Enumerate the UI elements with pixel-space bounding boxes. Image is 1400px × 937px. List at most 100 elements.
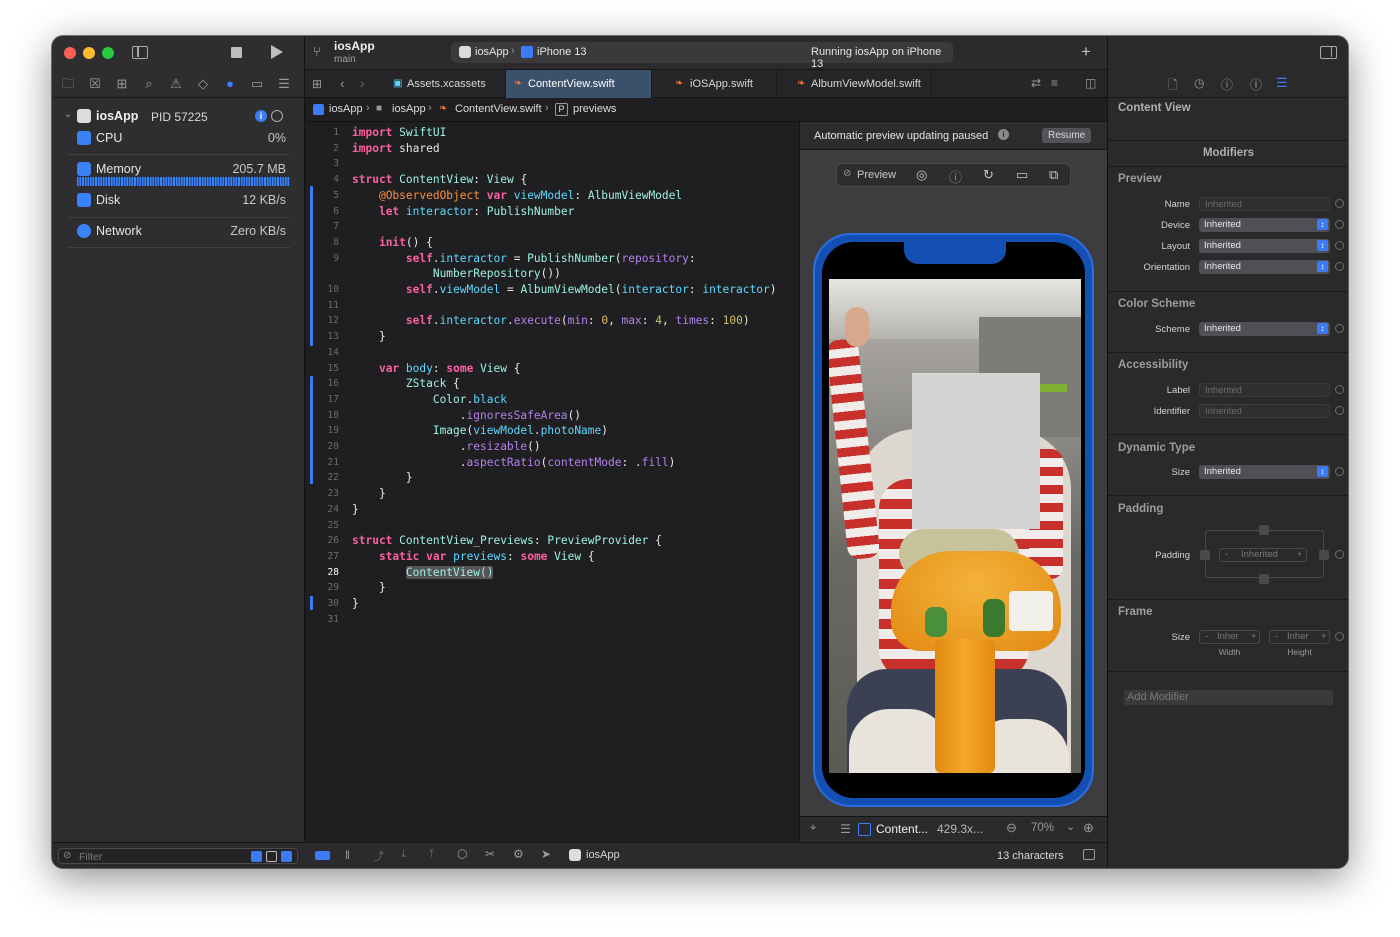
tab-assets[interactable]: ▣ Assets.xcassets	[385, 70, 506, 98]
reset-indicator-icon[interactable]	[1335, 406, 1344, 415]
code-line[interactable]: ZStack {	[352, 377, 460, 390]
code-line[interactable]: }	[352, 471, 413, 484]
scheme-popup[interactable]: Inherited ↕	[1199, 322, 1330, 336]
filter-option-icon[interactable]	[266, 851, 277, 862]
code-line[interactable]: .aspectRatio(contentMode: .fill)	[352, 456, 676, 469]
view-hierarchy-icon[interactable]: ⬡	[457, 847, 467, 861]
list-icon[interactable]: ☰	[840, 822, 851, 836]
debug-icon[interactable]: ●	[222, 76, 238, 92]
jump-bar-group[interactable]: iosApp	[392, 103, 426, 115]
layout-popup[interactable]: Inherited ↕	[1199, 239, 1330, 253]
device-settings-icon[interactable]: ▭	[1016, 167, 1028, 183]
add-icon[interactable]: +	[1081, 42, 1091, 62]
reset-indicator-icon[interactable]	[1335, 632, 1344, 641]
tab-contentview[interactable]: ❧ ContentView.swift	[506, 70, 652, 98]
swap-icon[interactable]: ⇄	[1031, 76, 1041, 90]
name-field[interactable]: Inherited	[1199, 197, 1330, 211]
minimize-window-button[interactable]	[83, 47, 95, 59]
zoom-level[interactable]: 70%	[1031, 822, 1054, 834]
info-icon[interactable]: i	[255, 110, 267, 122]
preview-photo[interactable]	[829, 279, 1081, 773]
increment-button[interactable]: +	[1297, 549, 1303, 561]
jump-bar-file[interactable]: ContentView.swift	[455, 103, 542, 115]
stop-icon[interactable]	[231, 47, 242, 58]
code-line[interactable]: }	[352, 581, 386, 594]
forward-arrow-icon[interactable]: ›	[360, 75, 365, 91]
scheme-title[interactable]: iosApp	[334, 39, 375, 53]
jump-bar-project[interactable]: iosApp	[329, 103, 363, 115]
step-out-icon[interactable]: ⤒	[429, 848, 434, 861]
tab-iosapp[interactable]: ❧ iOSApp.swift	[652, 70, 777, 98]
code-line[interactable]: Color.black	[352, 393, 507, 406]
environment-overrides-icon[interactable]: ⚙	[513, 847, 524, 861]
gauge-network[interactable]: Network Zero KB/s	[68, 217, 290, 247]
identifier-field[interactable]: Inherited	[1199, 404, 1330, 418]
sidebar-toggle-icon[interactable]	[132, 46, 148, 59]
close-window-button[interactable]	[64, 47, 76, 59]
code-line[interactable]: let interactor: PublishNumber	[352, 205, 574, 218]
destination-device[interactable]: iPhone 13	[537, 46, 587, 58]
breakpoint-icon[interactable]: ▭	[249, 76, 265, 92]
code-line[interactable]: Image(viewModel.photoName)	[352, 424, 608, 437]
code-line[interactable]: init() {	[352, 236, 433, 249]
code-line[interactable]: .ignoresSafeArea()	[352, 409, 581, 422]
padding-stepper[interactable]: - Inherited +	[1219, 548, 1307, 562]
memory-graph-icon[interactable]: ✂	[485, 847, 495, 861]
padding-top-checkbox[interactable]	[1259, 525, 1269, 535]
accessibility-label-field[interactable]: Inherited	[1199, 383, 1330, 397]
code-line[interactable]: self.viewModel = AlbumViewModel(interact…	[352, 283, 777, 296]
code-line[interactable]: import shared	[352, 142, 440, 155]
decrement-button[interactable]: -	[1205, 631, 1208, 643]
preview-mode-label[interactable]: Preview	[857, 169, 896, 181]
folder-icon[interactable]: 🗀	[60, 76, 76, 92]
code-line[interactable]: struct ContentView_Previews: PreviewProv…	[352, 534, 662, 547]
reset-indicator-icon[interactable]	[1335, 220, 1344, 229]
rotate-icon[interactable]: ↻	[983, 167, 994, 183]
find-icon[interactable]: ⌕	[141, 76, 157, 92]
reset-indicator-icon[interactable]	[1335, 385, 1344, 394]
reset-indicator-icon[interactable]	[1335, 241, 1344, 250]
pin-icon[interactable]: ⌖	[810, 822, 816, 835]
report-icon[interactable]: ☰	[276, 76, 292, 92]
accessibility-icon[interactable]: Ⓘ	[1250, 76, 1262, 93]
toggle-console-icon[interactable]	[315, 851, 330, 860]
decrement-button[interactable]: -	[1275, 631, 1278, 643]
toggle-debug-area-icon[interactable]	[1083, 849, 1095, 860]
inspect-icon[interactable]: ⓘ	[949, 167, 962, 186]
frame-width-stepper[interactable]: - Inher +	[1199, 630, 1260, 644]
reset-indicator-icon[interactable]	[1335, 550, 1344, 559]
reset-indicator-icon[interactable]	[1335, 199, 1344, 208]
source-editor[interactable]: 1 2 3 4 5 6 7 8 9 10 11 12 13 14 15 16 17 18 19 20 21 22 23 24 2…	[305, 122, 799, 842]
live-preview-icon[interactable]: ⊘	[843, 168, 851, 179]
dynamic-size-popup[interactable]: Inherited ↕	[1199, 465, 1330, 479]
inspector-toggle-icon[interactable]	[1320, 46, 1337, 59]
code-line[interactable]: static var previews: some View {	[352, 550, 595, 563]
code-line[interactable]: }	[352, 503, 359, 516]
reset-indicator-icon[interactable]	[1335, 262, 1344, 271]
filter-option-icon[interactable]	[251, 851, 262, 862]
gauge-cpu[interactable]: CPU 0%	[68, 124, 290, 154]
duplicate-icon[interactable]: ⧉	[1049, 167, 1058, 183]
pause-icon[interactable]: ‖	[345, 848, 350, 862]
padding-leading-checkbox[interactable]	[1200, 550, 1210, 560]
reset-indicator-icon[interactable]	[1335, 324, 1344, 333]
padding-trailing-checkbox[interactable]	[1319, 550, 1329, 560]
code-line[interactable]: self.interactor = PublishNumber(reposito…	[352, 252, 696, 265]
variants-icon[interactable]: ◎	[916, 167, 927, 183]
zoom-window-button[interactable]	[102, 47, 114, 59]
filter-field[interactable]: ⊘ Filter	[58, 848, 298, 864]
code-line[interactable]: self.interactor.execute(min: 0, max: 4, …	[352, 314, 750, 327]
code-line[interactable]: .resizable()	[352, 440, 541, 453]
test-icon[interactable]: ◇	[195, 76, 211, 92]
destination-scheme[interactable]: iosApp	[475, 46, 509, 58]
code-line[interactable]: NumberRepository())	[352, 267, 561, 280]
code-line[interactable]: ContentView()	[352, 565, 494, 579]
code-line[interactable]: struct ContentView: View {	[352, 173, 527, 186]
source-control-icon[interactable]: ☒	[87, 76, 103, 92]
back-arrow-icon[interactable]: ‹	[340, 75, 345, 91]
filter-option-icon[interactable]	[281, 851, 292, 862]
increment-button[interactable]: +	[1321, 631, 1327, 643]
resume-button[interactable]: Resume	[1042, 128, 1092, 143]
location-icon[interactable]: ➤	[541, 847, 551, 861]
step-in-icon[interactable]: ⤓	[401, 848, 406, 861]
